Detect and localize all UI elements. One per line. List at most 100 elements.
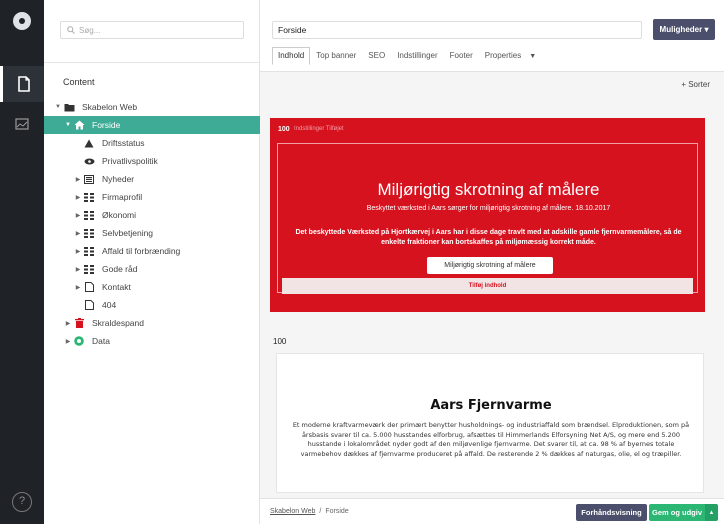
- editor-tabs: Indhold Top banner SEO Indstillinger Foo…: [272, 47, 536, 65]
- home-icon: [72, 120, 86, 130]
- grid-icon: [82, 192, 96, 202]
- node-name-input[interactable]: [272, 21, 642, 39]
- tree-node-nyheder[interactable]: ▶ Nyheder: [44, 170, 260, 188]
- tree-node-driftsstatus[interactable]: Driftsstatus: [44, 134, 260, 152]
- publish-options-caret-icon[interactable]: ▲: [705, 504, 718, 521]
- editor-footer: Skabelon Web / Forside Forhåndsvisning G…: [260, 498, 724, 524]
- tree-node-label: Driftsstatus: [102, 138, 145, 148]
- add-content-button[interactable]: Tilføj indhold: [282, 278, 693, 294]
- document-icon: [82, 282, 96, 292]
- divider: [44, 62, 260, 63]
- tab-indstillinger[interactable]: Indstillinger: [391, 47, 443, 65]
- document-icon: [82, 300, 96, 310]
- tree-node-selvbetjening[interactable]: ▶ Selvbetjening: [44, 224, 260, 242]
- content-section-button[interactable]: [0, 66, 44, 102]
- tree-node-firmaprofil[interactable]: ▶ Firmaprofil: [44, 188, 260, 206]
- tree-node-label: 404: [102, 300, 117, 310]
- breadcrumb: Skabelon Web / Forside: [270, 508, 349, 515]
- tree-node-label: Gode råd: [102, 264, 138, 274]
- block-number: 100: [273, 337, 287, 346]
- preview-button[interactable]: Forhåndsvisning: [576, 504, 647, 521]
- tree-node-label: Forside: [92, 120, 121, 130]
- grid-icon: [82, 264, 96, 274]
- tree-node-affald[interactable]: ▶ Affald til forbrænding: [44, 242, 260, 260]
- collapsed-caret-icon[interactable]: ▶: [64, 320, 72, 327]
- tree-node-skraldespand[interactable]: ▶ Skraldespand: [44, 314, 260, 332]
- app-logo[interactable]: [13, 12, 31, 30]
- save-and-publish-button[interactable]: Gem og udgiv: [649, 504, 705, 521]
- tree-node-label: Data: [92, 336, 110, 346]
- tab-properties[interactable]: Properties: [479, 47, 527, 65]
- document-icon: [17, 76, 30, 92]
- banner-title: Miljørigtig skrotning af målere: [377, 180, 600, 199]
- tree-node-label: Kontakt: [102, 282, 131, 292]
- tree-node-skabelon-web[interactable]: ▼ Skabelon Web: [44, 98, 260, 116]
- tree-node-label: Affald til forbrænding: [102, 246, 181, 256]
- media-section-button[interactable]: [0, 106, 44, 142]
- tree-node-okonomi[interactable]: ▶ Økonomi: [44, 206, 260, 224]
- help-icon[interactable]: ?: [12, 492, 32, 512]
- tree-node-label: Privatlivspolitik: [102, 156, 158, 166]
- banner-cta-button[interactable]: Miljørigtig skrotning af målere: [427, 257, 553, 274]
- banner-text: Det beskyttede Værksted på Hjortkærvej i…: [295, 229, 682, 246]
- folder-icon: [62, 103, 76, 112]
- banner-subtitle: Beskyttet værksted i Aars sørger for mil…: [366, 205, 611, 212]
- collapsed-caret-icon[interactable]: ▶: [64, 338, 72, 345]
- warning-icon: [82, 139, 96, 148]
- collapsed-caret-icon[interactable]: ▶: [74, 248, 82, 255]
- tree-node-label: Skraldespand: [92, 318, 144, 328]
- tab-indhold[interactable]: Indhold: [272, 47, 311, 65]
- editor-header: Muligheder ▾ Indhold Top banner SEO Inds…: [260, 0, 724, 72]
- collapsed-caret-icon[interactable]: ▶: [74, 176, 82, 183]
- text-block-body: Et moderne kraftvarmeværk der primært be…: [292, 421, 690, 458]
- newspaper-icon: [82, 174, 96, 184]
- tree-node-gode-raad[interactable]: ▶ Gode råd: [44, 260, 260, 278]
- tree-node-data[interactable]: ▶ Data: [44, 332, 260, 350]
- grid-icon: [82, 246, 96, 256]
- search-placeholder: Søg...: [79, 25, 101, 35]
- tree-node-label: Nyheder: [102, 174, 135, 184]
- tree-search-input[interactable]: Søg...: [60, 21, 244, 39]
- expanded-caret-icon[interactable]: ▼: [54, 104, 62, 110]
- eye-icon: [82, 158, 96, 165]
- grid-icon: [82, 228, 96, 238]
- tree-node-label: Økonomi: [102, 210, 137, 220]
- expanded-caret-icon[interactable]: ▼: [64, 122, 72, 128]
- tree-node-privatlivspolitik[interactable]: Privatlivspolitik: [44, 152, 260, 170]
- tree-node-forside[interactable]: ▼ Forside: [44, 116, 260, 134]
- sort-button[interactable]: + Sorter: [681, 80, 710, 89]
- trash-icon: [72, 318, 86, 328]
- tree-heading: Content: [63, 77, 95, 87]
- text-block-title: Aars Fjernvarme: [430, 398, 552, 413]
- image-icon: [15, 118, 29, 130]
- tree-node-label: Selvbetjening: [102, 228, 154, 238]
- breadcrumb-separator: /: [319, 508, 322, 515]
- banner-preview: Miljørigtig skrotning af målere Beskytte…: [277, 143, 698, 293]
- text-block[interactable]: Aars Fjernvarme Et moderne kraftvarmevær…: [276, 353, 704, 493]
- breadcrumb-current: Forside: [325, 508, 349, 515]
- collapsed-caret-icon[interactable]: ▶: [74, 266, 82, 273]
- collapsed-caret-icon[interactable]: ▶: [74, 212, 82, 219]
- block-meta: Indstillinger Tilføjet: [294, 126, 344, 132]
- content-tree-panel: Søg... Content ▼ Skabelon Web ▼ Forside …: [44, 0, 260, 524]
- tree-node-label: Firmaprofil: [102, 192, 143, 202]
- tab-seo[interactable]: SEO: [362, 47, 391, 65]
- app-rail: ?: [0, 0, 44, 524]
- tree-list: ▼ Skabelon Web ▼ Forside Driftsstatus Pr…: [44, 98, 260, 350]
- breadcrumb-root-link[interactable]: Skabelon Web: [270, 508, 315, 515]
- data-icon: [72, 336, 86, 346]
- tab-top-banner[interactable]: Top banner: [310, 47, 362, 65]
- grid-icon: [82, 210, 96, 220]
- tree-node-label: Skabelon Web: [82, 102, 138, 112]
- banner-block[interactable]: 100 Indstillinger Tilføjet Miljørigtig s…: [270, 118, 705, 312]
- actions-dropdown-button[interactable]: Muligheder ▾: [653, 19, 715, 40]
- collapsed-caret-icon[interactable]: ▶: [74, 230, 82, 237]
- tab-footer[interactable]: Footer: [444, 47, 479, 65]
- collapsed-caret-icon[interactable]: ▶: [74, 284, 82, 291]
- tree-node-kontakt[interactable]: ▶ Kontakt: [44, 278, 260, 296]
- tree-node-404[interactable]: 404: [44, 296, 260, 314]
- search-icon: [67, 26, 75, 34]
- block-number: 100: [278, 126, 290, 133]
- more-tabs-caret-icon[interactable]: ▼: [529, 53, 536, 60]
- collapsed-caret-icon[interactable]: ▶: [74, 194, 82, 201]
